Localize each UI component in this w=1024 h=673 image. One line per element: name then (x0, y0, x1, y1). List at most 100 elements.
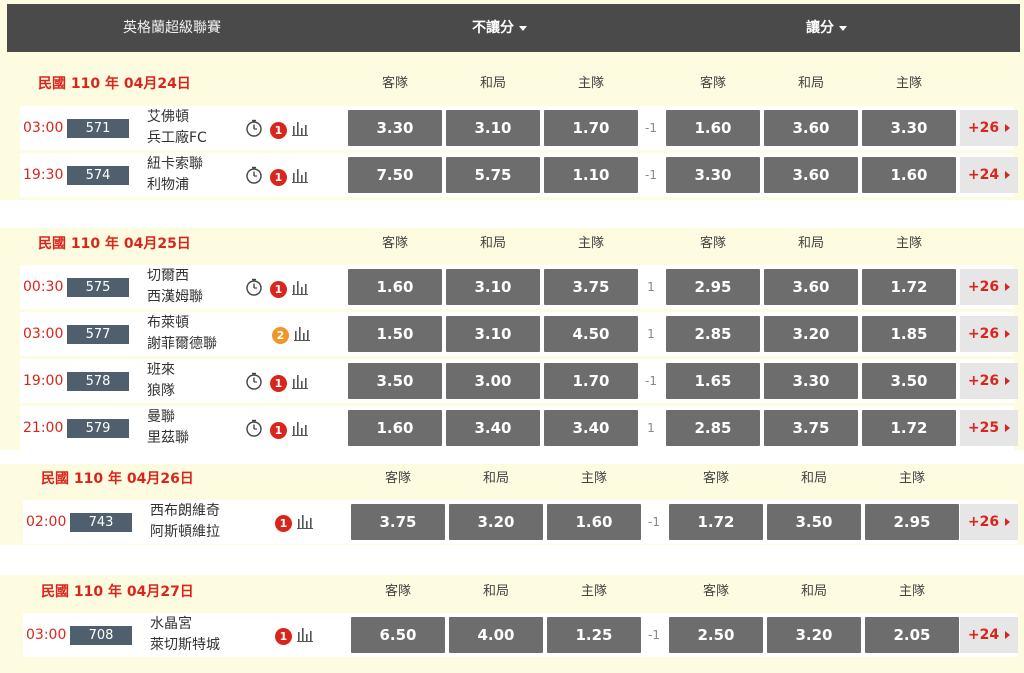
odds-button-no-handicap[interactable]: 1.60 (348, 269, 442, 305)
odds-button-handicap[interactable]: 3.50 (862, 363, 956, 399)
more-markets-button[interactable]: +24 (960, 617, 1018, 653)
stopwatch-icon (244, 418, 264, 442)
more-markets-count: +26 (967, 373, 1000, 389)
odds-button-handicap[interactable]: 1.60 (666, 110, 760, 146)
more-markets-button[interactable]: +26 (960, 110, 1018, 146)
league-title: 英格蘭超級聯賽 (123, 20, 221, 36)
odds-button-no-handicap[interactable]: 5.75 (446, 157, 540, 193)
match-code[interactable]: 579 (67, 419, 129, 438)
odds-button-no-handicap[interactable]: 1.60 (547, 504, 641, 540)
odds-button-handicap[interactable]: 3.50 (767, 504, 861, 540)
odds-button-handicap[interactable]: 2.85 (666, 410, 760, 446)
more-markets-button[interactable]: +26 (960, 269, 1018, 305)
odds-button-handicap[interactable]: 1.72 (669, 504, 763, 540)
odds-button-no-handicap[interactable]: 6.50 (351, 617, 445, 653)
odds-button-no-handicap[interactable]: 1.70 (544, 363, 638, 399)
teams[interactable]: 布萊頓 謝菲爾德聯 (147, 313, 217, 355)
match-date: 民國 110 年 04月26日 (41, 471, 194, 487)
match-code[interactable]: 574 (67, 166, 129, 185)
odds-button-no-handicap[interactable]: 3.30 (348, 110, 442, 146)
odds-button-handicap[interactable]: 2.95 (865, 504, 959, 540)
match-code[interactable]: 575 (67, 278, 129, 297)
odds-button-no-handicap[interactable]: 1.10 (544, 157, 638, 193)
teams[interactable]: 曼聯 里茲聯 (147, 407, 189, 449)
column-header: 主隊 (895, 76, 922, 91)
odds-button-no-handicap[interactable]: 3.00 (446, 363, 540, 399)
match-time: 03:00 (23, 326, 64, 342)
no-handicap-dropdown[interactable]: 不讓分 (472, 4, 527, 52)
more-markets-button[interactable]: +25 (960, 410, 1018, 446)
teams[interactable]: 水晶宮 萊切斯特城 (150, 614, 220, 656)
stats-chart-icon[interactable] (296, 512, 314, 534)
odds-button-no-handicap[interactable]: 3.10 (446, 316, 540, 352)
more-markets-button[interactable]: +24 (960, 157, 1018, 193)
odds-button-no-handicap[interactable]: 7.50 (348, 157, 442, 193)
match-icons: 1 (275, 625, 316, 645)
odds-button-no-handicap[interactable]: 3.50 (348, 363, 442, 399)
teams[interactable]: 切爾西 西漢姆聯 (147, 266, 203, 308)
odds-button-handicap[interactable]: 2.85 (666, 316, 760, 352)
teams[interactable]: 艾佛頓 兵工廠FC (147, 107, 207, 149)
odds-button-handicap[interactable]: 2.95 (666, 269, 760, 305)
more-markets-button[interactable]: +26 (960, 504, 1018, 540)
odds-button-no-handicap[interactable]: 3.40 (544, 410, 638, 446)
stats-chart-icon[interactable] (296, 625, 314, 647)
odds-button-no-handicap[interactable]: 3.20 (449, 504, 543, 540)
odds-button-handicap[interactable]: 1.72 (862, 410, 956, 446)
handicap-dropdown[interactable]: 讓分 (806, 4, 847, 52)
match-code[interactable]: 577 (67, 325, 129, 344)
odds-button-no-handicap[interactable]: 3.40 (446, 410, 540, 446)
pass-count-badge: 1 (270, 280, 287, 298)
odds-button-no-handicap[interactable]: 1.60 (348, 410, 442, 446)
odds-button-no-handicap[interactable]: 1.25 (547, 617, 641, 653)
stats-chart-icon[interactable] (293, 324, 311, 346)
odds-button-handicap[interactable]: 2.50 (669, 617, 763, 653)
match-icons: 1 (244, 418, 311, 441)
odds-button-handicap[interactable]: 3.20 (767, 617, 861, 653)
odds-button-handicap[interactable]: 2.05 (865, 617, 959, 653)
market-header-bar: 英格蘭超級聯賽 不讓分 讓分 (7, 4, 1020, 52)
odds-button-handicap[interactable]: 1.72 (862, 269, 956, 305)
odds-button-no-handicap[interactable]: 3.10 (446, 110, 540, 146)
odds-button-no-handicap[interactable]: 3.10 (446, 269, 540, 305)
arrow-right-icon (1005, 283, 1011, 291)
stats-chart-icon[interactable] (291, 166, 309, 188)
column-header: 和局 (797, 76, 824, 91)
odds-button-handicap[interactable]: 3.60 (764, 110, 858, 146)
match-code[interactable]: 578 (67, 372, 129, 391)
section-divider (0, 545, 1024, 575)
odds-button-handicap[interactable]: 3.60 (764, 269, 858, 305)
column-header: 主隊 (898, 471, 925, 486)
odds-button-no-handicap[interactable]: 4.50 (544, 316, 638, 352)
odds-button-handicap[interactable]: 1.60 (862, 157, 956, 193)
match-code[interactable]: 571 (67, 119, 129, 138)
odds-button-handicap[interactable]: 3.75 (764, 410, 858, 446)
date-header: 民國 110 年 04月25日 客隊 和局 主隊 客隊 和局 主隊 (0, 227, 1024, 261)
odds-button-handicap[interactable]: 3.30 (862, 110, 956, 146)
stats-chart-icon[interactable] (291, 119, 309, 141)
column-header: 客隊 (699, 236, 726, 251)
stats-chart-icon[interactable] (291, 278, 309, 300)
arrow-right-icon (1005, 330, 1011, 338)
odds-button-no-handicap[interactable]: 3.75 (544, 269, 638, 305)
match-code[interactable]: 708 (70, 626, 132, 645)
odds-button-handicap[interactable]: 1.85 (862, 316, 956, 352)
odds-button-no-handicap[interactable]: 3.75 (351, 504, 445, 540)
stats-chart-icon[interactable] (291, 372, 309, 394)
more-markets-button[interactable]: +26 (960, 363, 1018, 399)
match-code[interactable]: 743 (70, 513, 132, 532)
handicap-value: 1 (647, 421, 655, 435)
odds-button-handicap[interactable]: 3.60 (764, 157, 858, 193)
odds-button-no-handicap[interactable]: 1.70 (544, 110, 638, 146)
odds-button-no-handicap[interactable]: 4.00 (449, 617, 543, 653)
odds-button-handicap[interactable]: 3.30 (666, 157, 760, 193)
more-markets-button[interactable]: +26 (960, 316, 1018, 352)
odds-button-handicap[interactable]: 3.20 (764, 316, 858, 352)
stats-chart-icon[interactable] (291, 419, 309, 441)
teams[interactable]: 紐卡索聯 利物浦 (147, 154, 203, 196)
odds-button-no-handicap[interactable]: 1.50 (348, 316, 442, 352)
teams[interactable]: 西布朗維奇 阿斯頓維拉 (150, 501, 220, 543)
teams[interactable]: 班來 狼隊 (147, 360, 175, 402)
odds-button-handicap[interactable]: 3.30 (764, 363, 858, 399)
odds-button-handicap[interactable]: 1.65 (666, 363, 760, 399)
